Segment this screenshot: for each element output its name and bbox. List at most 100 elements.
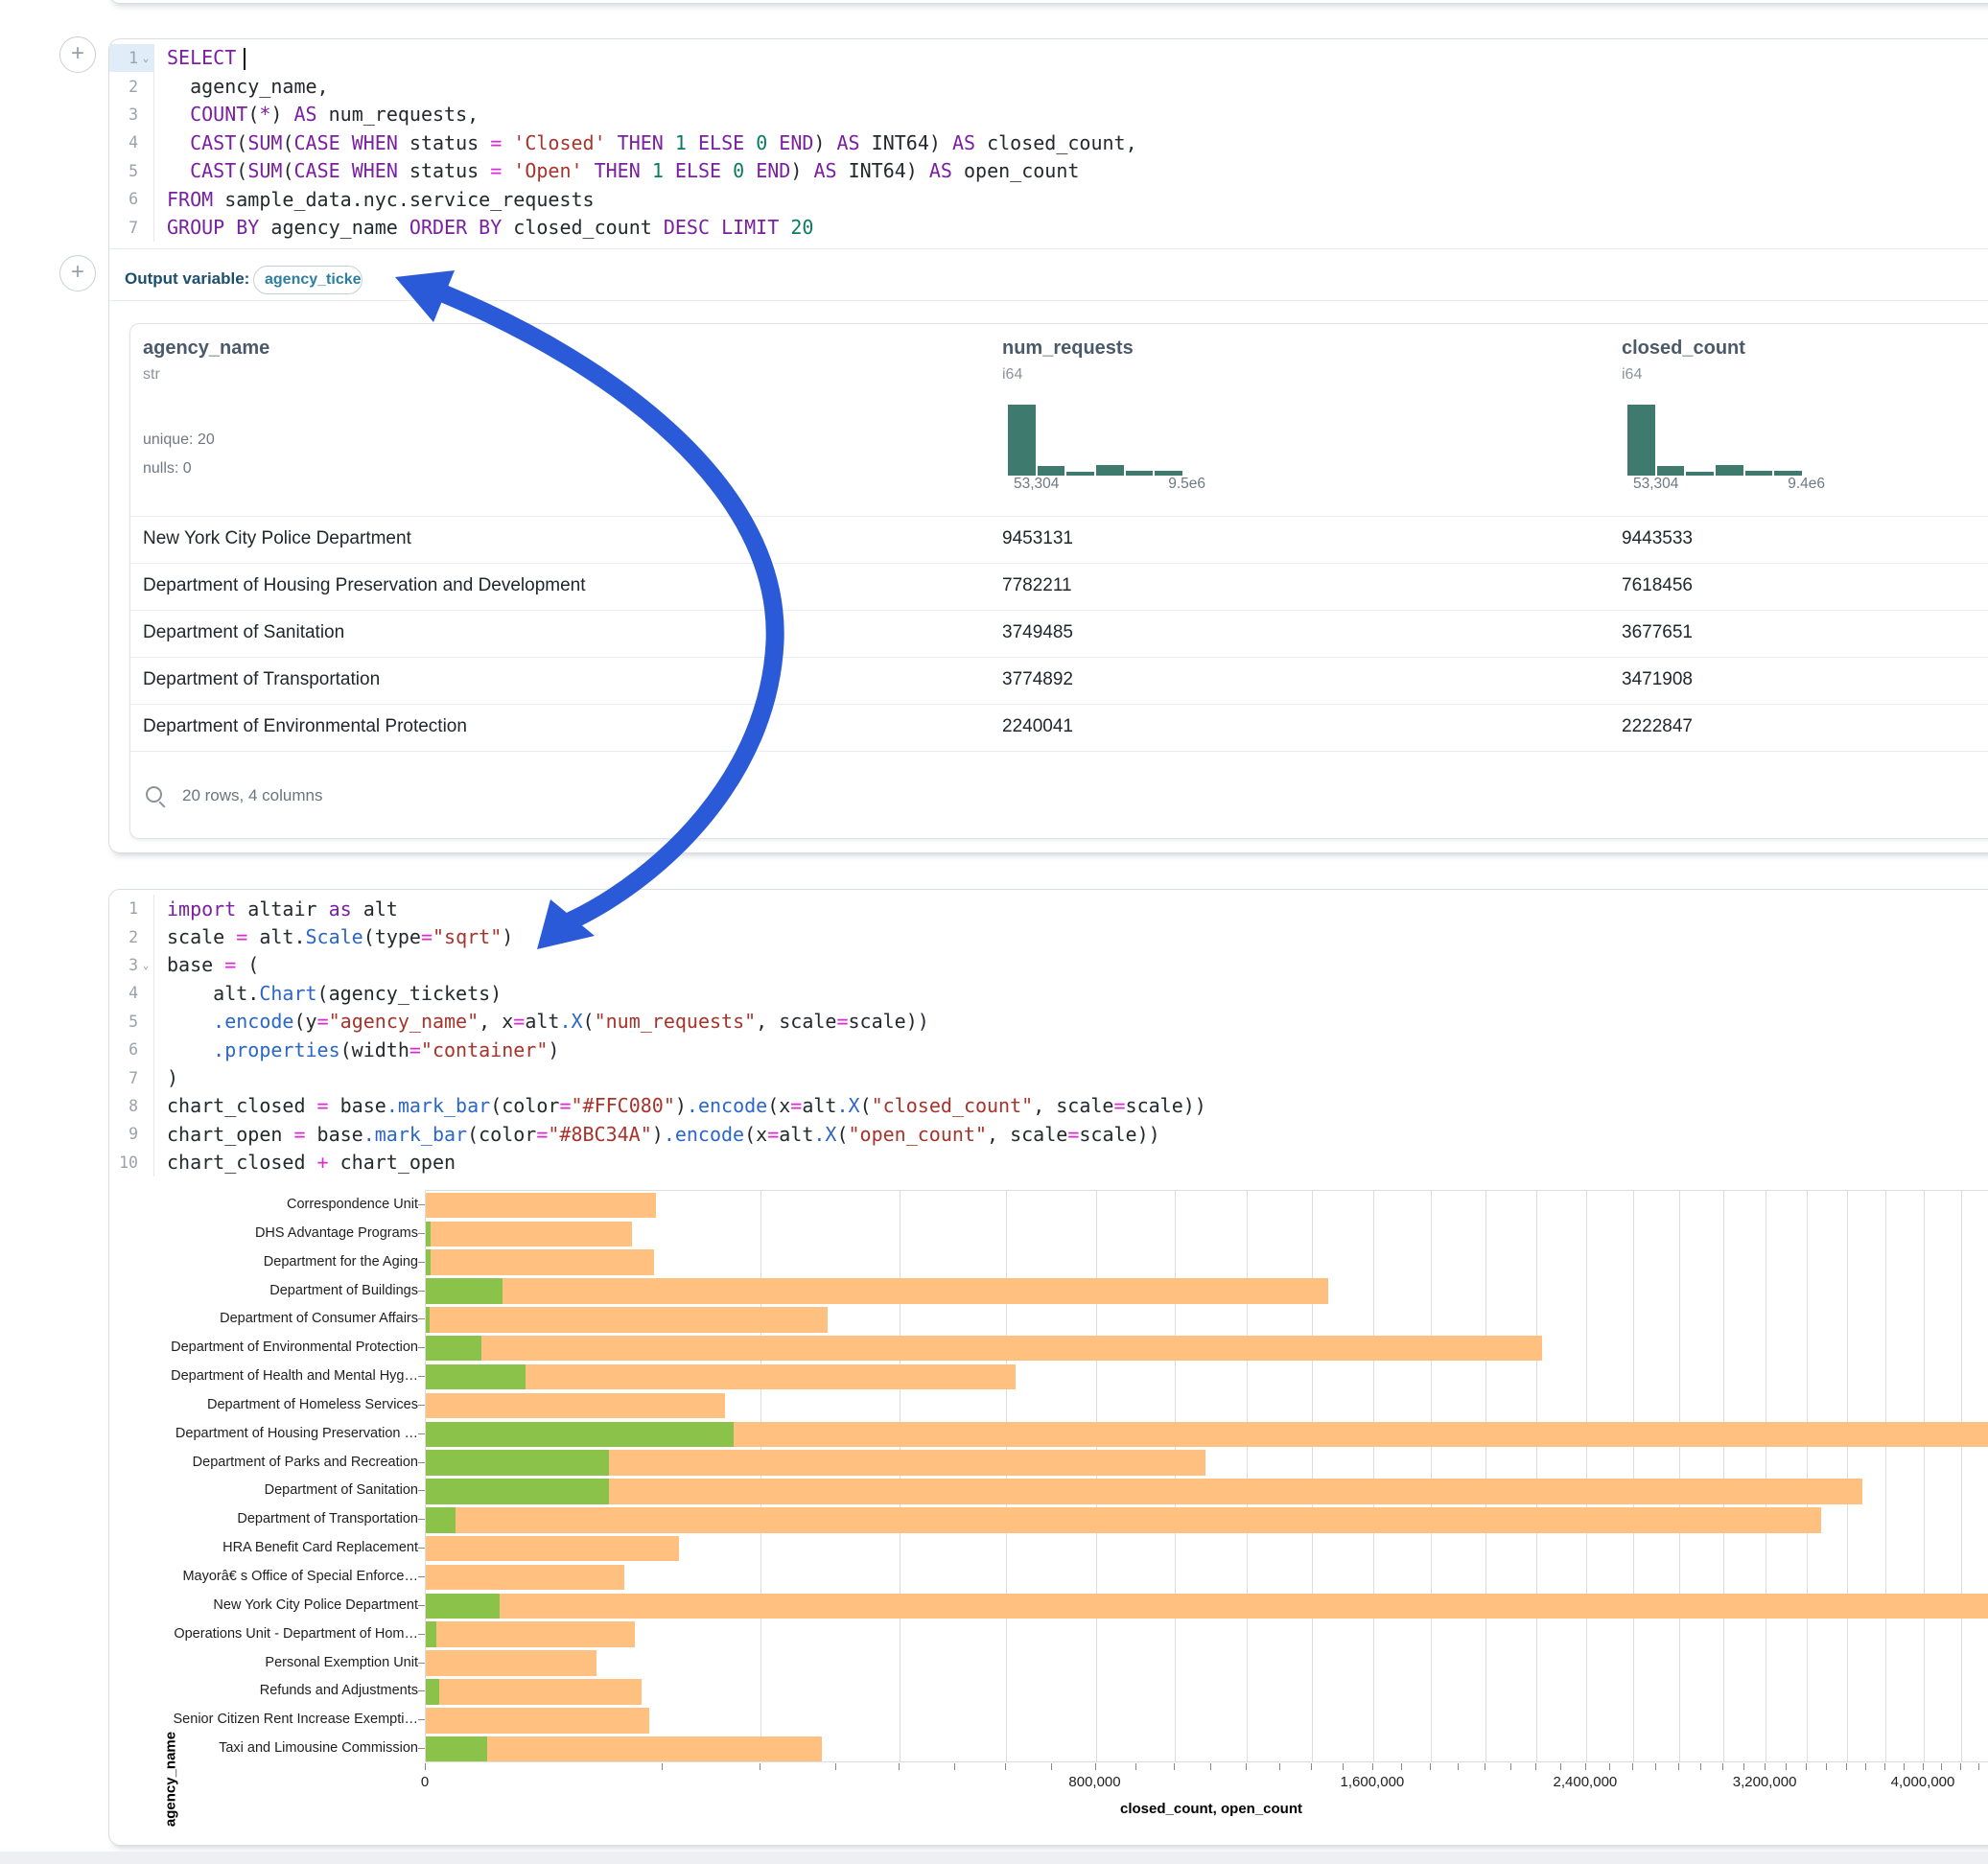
python-code-editor[interactable]: 1import altair as alt2scale = alt.Scale(… [109,895,1988,1177]
bar-open-count [426,1621,436,1647]
page-background-band [0,1852,1988,1864]
code-text: alt.Chart(agency_tickets) [153,982,502,1005]
search-icon[interactable] [146,786,162,803]
y-axis-tick [418,1347,425,1348]
output-variable-input[interactable]: agency_tickets [253,266,363,294]
code-line[interactable]: 7GROUP BY agency_name ORDER BY closed_co… [109,213,1988,241]
code-text: base = ( [153,953,259,976]
x-axis-tick [1786,1763,1787,1770]
bar-closed-count [426,1393,725,1419]
bar-closed-count [426,1479,1862,1504]
gridline [1431,1191,1432,1761]
bar-open-count [426,1336,481,1362]
y-axis-label: DHS Advantage Programs [111,1225,418,1241]
y-axis-tick [418,1318,425,1319]
sql-code-editor[interactable]: 1⌄SELECT2 agency_name,3 COUNT(*) AS num_… [109,44,1988,242]
gridline [1373,1191,1374,1761]
y-axis-label: Personal Exemption Unit [111,1655,418,1670]
code-line[interactable]: 4 alt.Chart(agency_tickets) [109,979,1988,1007]
row-divider [130,516,1988,517]
x-axis-tick [1960,1763,1961,1770]
x-axis-tick [425,1763,426,1770]
x-axis-tick [1210,1763,1211,1770]
add-cell-button[interactable]: + [59,36,96,73]
chart-plot-area [425,1190,1988,1762]
code-line[interactable]: 2 agency_name, [109,72,1988,100]
y-axis-tick [418,1719,425,1720]
code-line[interactable]: 3⌄base = ( [109,951,1988,979]
line-number: 8 [109,1092,153,1120]
line-number: 9 [109,1120,153,1148]
line-number: 3 [109,101,153,128]
x-axis-label: 4,000,000 [1891,1774,1955,1790]
bar-closed-count [426,1307,828,1333]
x-axis-tick [1430,1763,1431,1770]
x-axis-tick [1343,1763,1344,1770]
y-axis-label: Department of Consumer Affairs [111,1311,418,1326]
code-line[interactable]: 4 CAST(SUM(CASE WHEN status = 'Closed' T… [109,128,1988,156]
code-line[interactable]: 7) [109,1063,1988,1091]
bar-closed-count [426,1708,649,1734]
code-line[interactable]: 3 COUNT(*) AS num_requests, [109,101,1988,128]
fold-chevron-icon[interactable]: ⌄ [138,959,153,971]
x-axis-tick [1246,1763,1247,1770]
table-cell: 9453131 [1002,528,1073,549]
line-number: 6 [109,1036,153,1063]
code-line[interactable]: 5 CAST(SUM(CASE WHEN status = 'Open' THE… [109,157,1988,185]
table-cell: 7782211 [1002,575,1072,596]
x-axis-tick [1904,1763,1905,1770]
fold-chevron-icon[interactable]: ⌄ [138,52,153,64]
table-cell: 2240041 [1002,716,1073,737]
y-axis-label: HRA Benefit Card Replacement [111,1540,418,1555]
bar-open-count [426,1364,526,1390]
code-text: chart_closed = base.mark_bar(color="#FFC… [153,1094,1206,1117]
gutter-divider [153,44,154,242]
bar-open-count [426,1679,439,1705]
gridline [1536,1191,1537,1761]
code-line[interactable]: 6 .properties(width="container") [109,1036,1988,1063]
row-divider [130,563,1988,564]
line-number: 2 [109,922,153,950]
column-stat: nulls: 0 [143,460,192,478]
x-axis-tick [1372,1763,1373,1770]
bar-open-count [426,1249,431,1275]
gridline [1096,1191,1097,1761]
gridline [1885,1191,1886,1761]
code-line[interactable]: 2scale = alt.Scale(type="sqrt") [109,922,1988,950]
y-axis-tick [418,1605,425,1606]
add-cell-button[interactable]: + [59,255,96,291]
divider [109,300,1988,301]
gridline [1006,1191,1007,1761]
code-line[interactable]: 10chart_closed + chart_open [109,1149,1988,1177]
y-axis-tick [418,1576,425,1577]
row-divider [130,751,1988,752]
code-line[interactable]: 1import altair as alt [109,895,1988,922]
code-line[interactable]: 9chart_open = base.mark_bar(color="#8BC3… [109,1120,1988,1148]
column-histogram [1627,405,1802,476]
line-number: 5 [109,1008,153,1036]
x-axis-tick [662,1763,663,1770]
x-axis-tick [1585,1763,1586,1770]
x-axis-tick [1806,1763,1807,1770]
code-text: FROM sample_data.nyc.service_requests [153,188,595,211]
table-cell: Department of Transportation [143,669,380,690]
x-axis-tick [1765,1763,1766,1770]
x-axis-tick [1560,1763,1561,1770]
x-axis-tick [1826,1763,1827,1770]
code-text: chart_open = base.mark_bar(color="#8BC34… [153,1123,1160,1146]
code-text: COUNT(*) AS num_requests, [153,103,479,126]
table-cell: 3677651 [1622,622,1693,643]
text-cursor [244,48,246,70]
gridline [1847,1191,1848,1761]
x-axis-tick [1174,1763,1175,1770]
code-line[interactable]: 8chart_closed = base.mark_bar(color="#FF… [109,1092,1988,1120]
code-line[interactable]: 1⌄SELECT [109,44,1988,72]
x-axis-tick [1941,1763,1942,1770]
code-line[interactable]: 5 .encode(y="agency_name", x=alt.X("num_… [109,1008,1988,1036]
gridline [1312,1191,1313,1761]
x-axis-tick [1678,1763,1679,1770]
line-number: 1⌄ [109,44,153,72]
code-line[interactable]: 6FROM sample_data.nyc.service_requests [109,185,1988,213]
bar-open-count [426,1422,734,1448]
y-axis-label: Department of Homeless Services [111,1397,418,1412]
